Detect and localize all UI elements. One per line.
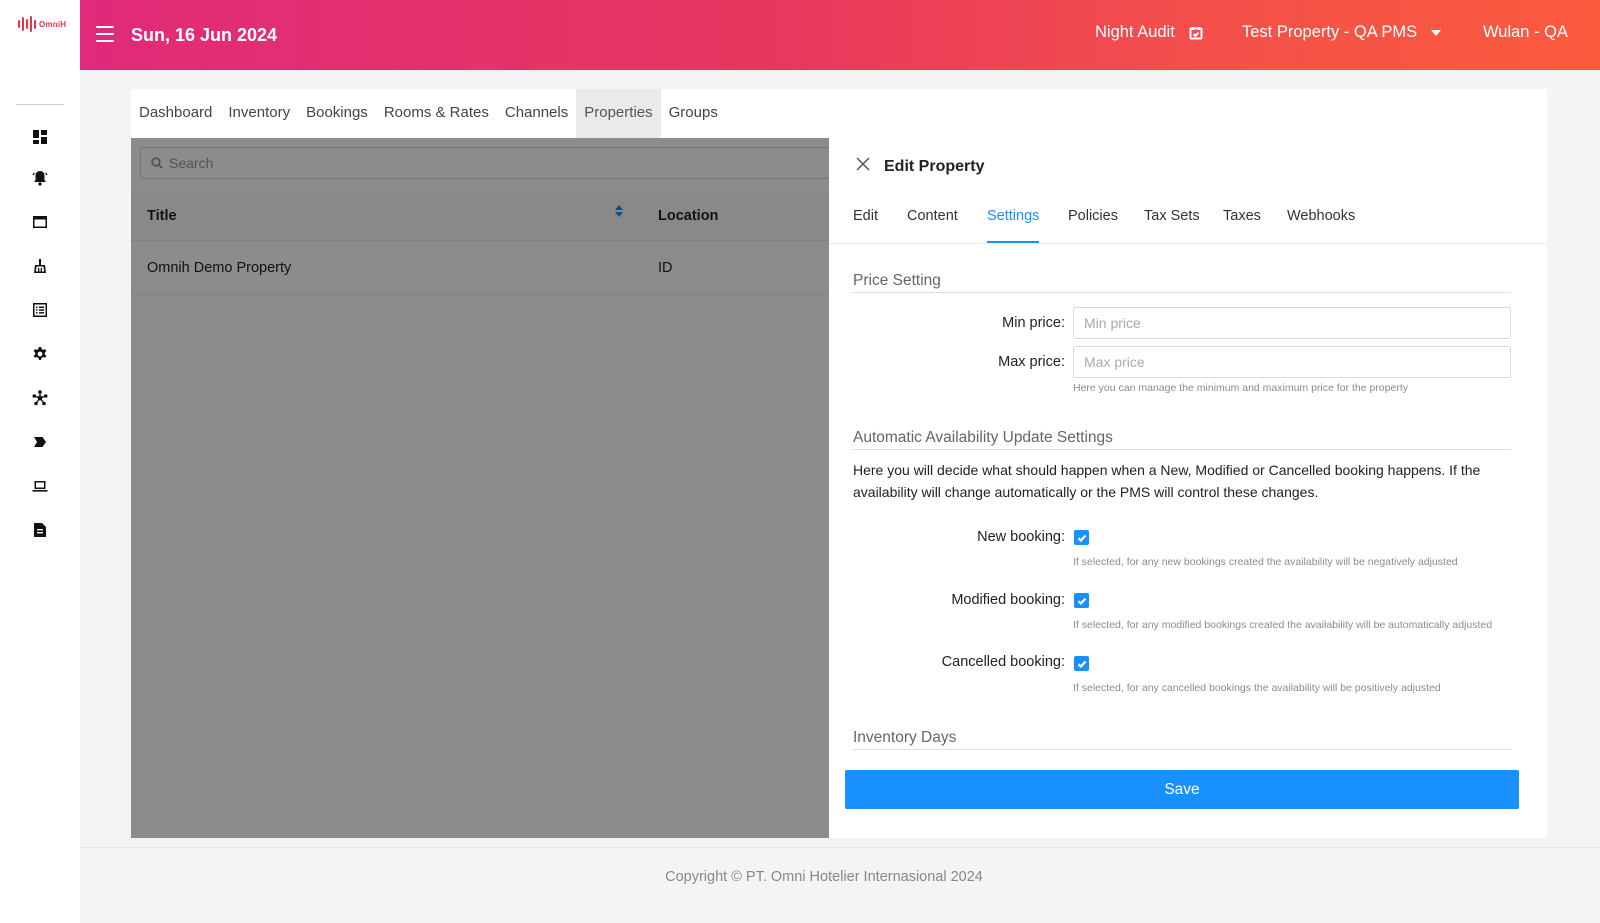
window-icon[interactable]: [31, 213, 49, 231]
max-price-label: Max price:: [998, 354, 1065, 370]
hamburger-menu-icon[interactable]: [96, 26, 114, 42]
modified-booking-hint: If selected, for any modified bookings c…: [1073, 619, 1493, 631]
tab-bookings[interactable]: Bookings: [298, 89, 376, 138]
network-icon[interactable]: [31, 389, 49, 407]
sidebar-divider: [16, 104, 64, 105]
logo-text: OmniH: [39, 19, 67, 29]
tab-dashboard[interactable]: Dashboard: [131, 89, 220, 138]
omnih-logo[interactable]: OmniH: [18, 16, 66, 32]
tab-rooms-rates[interactable]: Rooms & Rates: [376, 89, 497, 138]
copyright-text: Copyright © PT. Omni Hotelier Internasio…: [665, 869, 983, 885]
tag-icon[interactable]: [31, 433, 49, 451]
modified-booking-checkbox[interactable]: [1074, 593, 1089, 608]
caret-down-icon: [1431, 29, 1442, 36]
housekeeping-icon[interactable]: [31, 257, 49, 275]
tab-taxes[interactable]: Taxes: [1223, 208, 1261, 243]
new-booking-hint: If selected, for any new bookings create…: [1073, 556, 1458, 568]
drawer-title: Edit Property: [884, 158, 985, 175]
save-button[interactable]: Save: [845, 770, 1519, 809]
edit-property-drawer: Edit Property Edit Content Settings Poli…: [829, 138, 1547, 838]
logo-mark-icon: [18, 16, 36, 32]
new-booking-label: New booking:: [977, 529, 1065, 545]
tab-content[interactable]: Content: [907, 208, 958, 243]
tab-webhooks[interactable]: Webhooks: [1287, 208, 1355, 243]
close-icon[interactable]: [856, 157, 872, 173]
price-setting-heading: Price Setting: [853, 272, 941, 289]
drawer-tabs: Edit Content Settings Policies Tax Sets …: [829, 206, 1547, 244]
tab-tax-sets[interactable]: Tax Sets: [1144, 208, 1200, 243]
dashboard-icon[interactable]: [31, 128, 49, 146]
module-tabs: Dashboard Inventory Bookings Rooms & Rat…: [131, 89, 726, 138]
inventory-days-heading: Inventory Days: [853, 729, 957, 746]
cancelled-booking-label: Cancelled booking:: [941, 654, 1065, 670]
check-icon: [1077, 534, 1086, 542]
tab-groups[interactable]: Groups: [661, 89, 726, 138]
new-booking-checkbox[interactable]: [1074, 530, 1089, 545]
property-selector[interactable]: Test Property - QA PMS: [1242, 23, 1442, 42]
availability-heading: Automatic Availability Update Settings: [853, 429, 1113, 446]
top-header: Sun, 16 Jun 2024 Night Audit Test Proper…: [80, 0, 1600, 70]
max-price-input[interactable]: [1073, 346, 1511, 378]
tab-policies[interactable]: Policies: [1068, 208, 1118, 243]
property-name: Test Property - QA PMS: [1242, 23, 1418, 41]
tab-settings[interactable]: Settings: [987, 208, 1040, 243]
tab-properties[interactable]: Properties: [576, 89, 661, 138]
bell-icon[interactable]: [31, 169, 49, 187]
tab-inventory[interactable]: Inventory: [220, 89, 298, 138]
section-divider: [853, 449, 1511, 450]
drawer-overlay-mask[interactable]: [131, 138, 829, 838]
night-audit-label: Night Audit: [1095, 23, 1175, 41]
page-footer: Copyright © PT. Omni Hotelier Internasio…: [80, 847, 1600, 907]
tab-channels[interactable]: Channels: [497, 89, 576, 138]
business-date: Sun, 16 Jun 2024: [131, 25, 278, 45]
list-icon[interactable]: [31, 301, 49, 319]
laptop-icon[interactable]: [31, 477, 49, 495]
report-icon[interactable]: [31, 521, 49, 539]
section-divider: [853, 749, 1511, 750]
check-icon: [1077, 597, 1086, 605]
cancelled-booking-checkbox[interactable]: [1074, 656, 1089, 671]
modified-booking-label: Modified booking:: [951, 592, 1065, 608]
calendar-check-icon: [1189, 26, 1203, 39]
availability-description: Here you will decide what should happen …: [853, 462, 1481, 500]
settings-form: Price Setting Min price: Max price: Here…: [829, 245, 1547, 772]
properties-card: Dashboard Inventory Bookings Rooms & Rat…: [131, 89, 1547, 838]
cancelled-booking-hint: If selected, for any cancelled bookings …: [1073, 682, 1441, 694]
left-sidebar: OmniH: [0, 0, 80, 923]
min-price-input[interactable]: [1073, 307, 1511, 339]
price-hint: Here you can manage the minimum and maxi…: [1073, 382, 1408, 394]
check-icon: [1077, 660, 1086, 668]
user-menu[interactable]: Wulan - QA: [1483, 23, 1568, 42]
gear-icon[interactable]: [31, 345, 49, 363]
tab-edit[interactable]: Edit: [853, 208, 878, 243]
night-audit-button[interactable]: Night Audit: [1095, 23, 1203, 42]
section-divider: [853, 292, 1511, 293]
min-price-label: Min price:: [1002, 315, 1065, 331]
